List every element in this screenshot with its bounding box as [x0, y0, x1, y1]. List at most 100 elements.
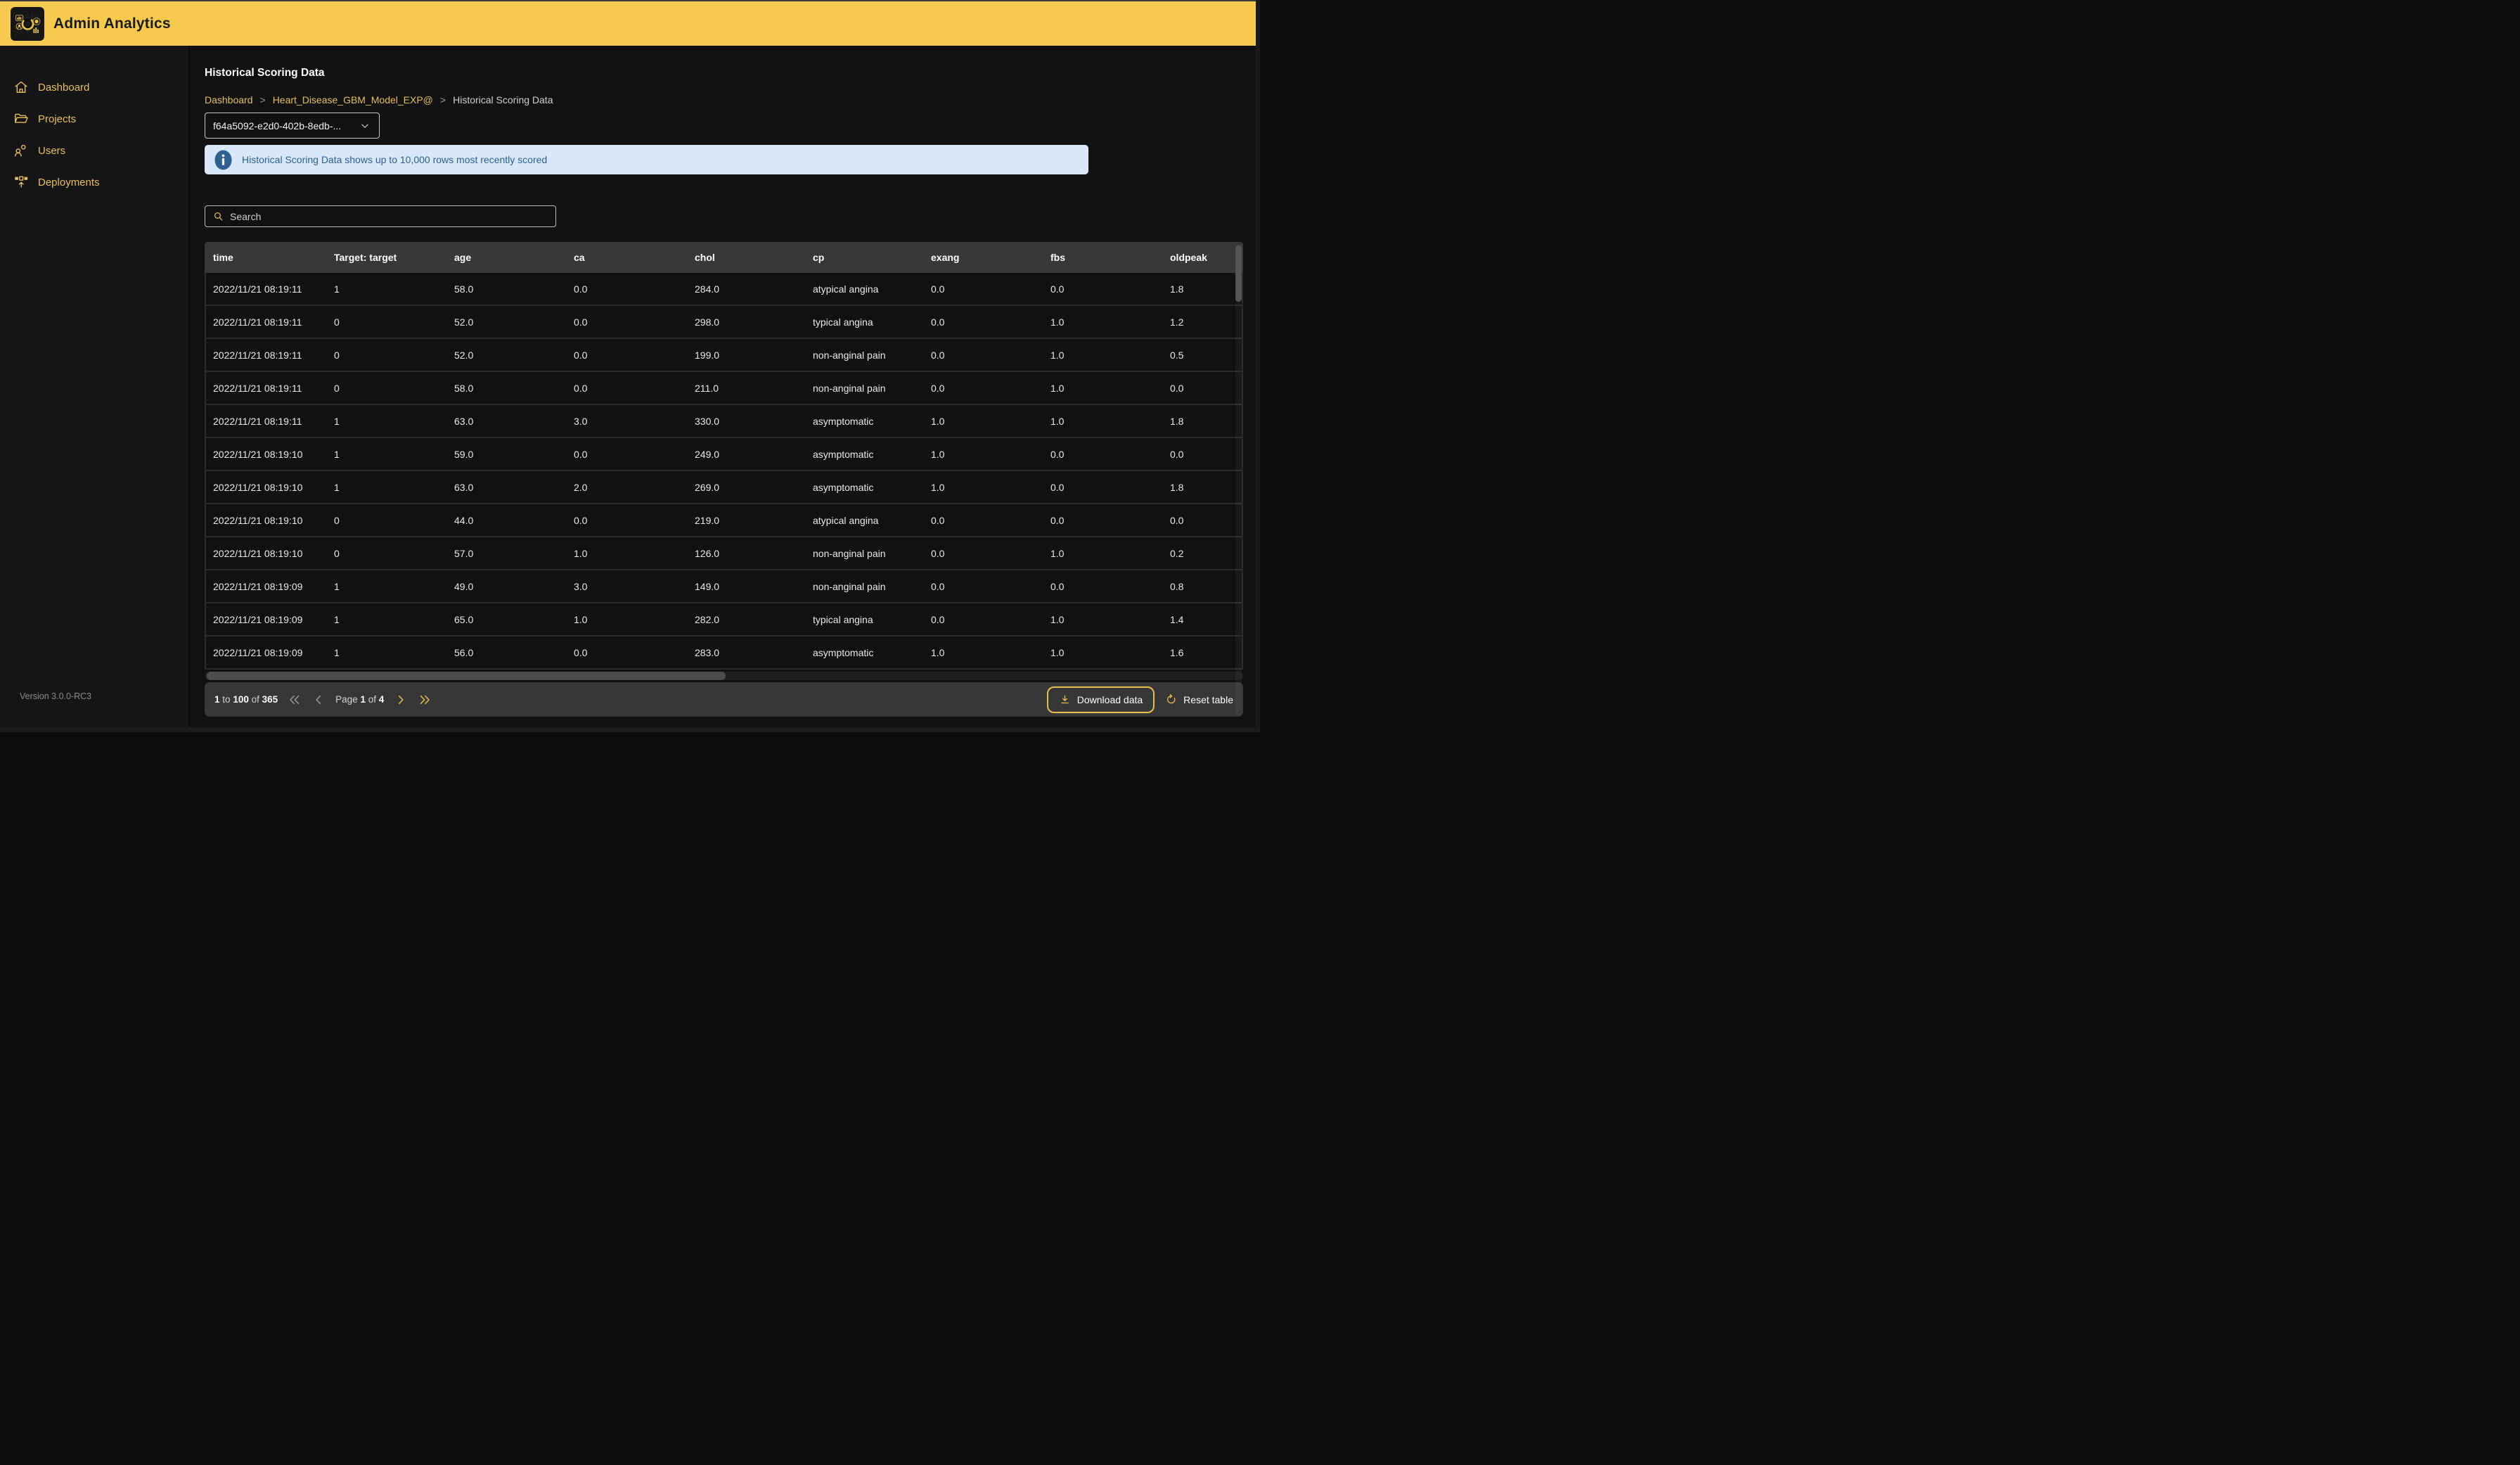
search-box — [205, 205, 556, 227]
cell-target-target: 0 — [334, 316, 454, 328]
cell-fbs: 0.0 — [1050, 283, 1170, 295]
cell-oldpeak: 1.4 — [1170, 614, 1242, 625]
table-row[interactable]: 2022/11/21 08:19:09149.03.0149.0non-angi… — [206, 570, 1242, 603]
model-select[interactable]: f64a5092-e2d0-402b-8edb-... — [205, 113, 380, 139]
cell-time: 2022/11/21 08:19:10 — [206, 548, 334, 559]
cell-target-target: 1 — [334, 449, 454, 460]
version-label: Version 3.0.0-RC3 — [20, 691, 91, 701]
cell-cp: non-anginal pain — [813, 383, 931, 394]
table-body: 2022/11/21 08:19:11158.00.0284.0atypical… — [205, 273, 1243, 670]
cell-age: 56.0 — [454, 647, 574, 658]
sidebar-item-label: Dashboard — [38, 82, 89, 94]
vertical-scrollbar[interactable] — [1235, 244, 1242, 715]
download-data-label: Download data — [1077, 694, 1143, 705]
column-header-time[interactable]: time — [205, 252, 334, 263]
column-header-chol[interactable]: chol — [695, 252, 813, 263]
column-header-exang[interactable]: exang — [931, 252, 1050, 263]
sidebar-item-users[interactable]: Users — [0, 137, 188, 164]
cell-chol: 330.0 — [695, 416, 813, 427]
cell-age: 52.0 — [454, 350, 574, 361]
cell-fbs: 1.0 — [1050, 647, 1170, 658]
download-data-button[interactable]: Download data — [1047, 686, 1155, 713]
column-header-age[interactable]: age — [454, 252, 574, 263]
reset-table-button[interactable]: Reset table — [1165, 693, 1233, 705]
cell-cp: typical angina — [813, 316, 931, 328]
column-header-target-target[interactable]: Target: target — [334, 252, 454, 263]
cell-cp: non-anginal pain — [813, 350, 931, 361]
table-row[interactable]: 2022/11/21 08:19:11058.00.0211.0non-angi… — [206, 372, 1242, 405]
cell-chol: 283.0 — [695, 647, 813, 658]
previous-page-button[interactable] — [311, 693, 326, 707]
cell-target-target: 1 — [334, 647, 454, 658]
next-page-button[interactable] — [394, 693, 408, 707]
breadcrumb-link[interactable]: Dashboard — [205, 94, 253, 105]
cell-ca: 1.0 — [574, 614, 695, 625]
cell-age: 49.0 — [454, 581, 574, 592]
table-header-row: timeTarget: targetagecacholcpexangfbsold… — [205, 242, 1243, 273]
table-row[interactable]: 2022/11/21 08:19:09156.00.0283.0asymptom… — [206, 636, 1242, 670]
page-title: Historical Scoring Data — [205, 67, 325, 79]
table-row[interactable]: 2022/11/21 08:19:10057.01.0126.0non-angi… — [206, 537, 1242, 570]
table-row[interactable]: 2022/11/21 08:19:10159.00.0249.0asymptom… — [206, 438, 1242, 471]
first-page-button[interactable] — [288, 693, 302, 707]
vertical-scrollbar-thumb[interactable] — [1235, 245, 1242, 302]
cell-exang: 1.0 — [931, 647, 1050, 658]
cell-oldpeak: 1.8 — [1170, 416, 1242, 427]
cell-oldpeak: 0.2 — [1170, 548, 1242, 559]
sidebar-item-projects[interactable]: Projects — [0, 105, 188, 132]
table-row[interactable]: 2022/11/21 08:19:11052.00.0199.0non-angi… — [206, 339, 1242, 372]
sidebar-item-label: Deployments — [38, 177, 100, 188]
table-row[interactable]: 2022/11/21 08:19:11163.03.0330.0asymptom… — [206, 405, 1242, 438]
cell-fbs: 1.0 — [1050, 614, 1170, 625]
folder-icon — [13, 111, 29, 127]
cell-oldpeak: 0.5 — [1170, 350, 1242, 361]
column-header-cp[interactable]: cp — [813, 252, 931, 263]
cell-ca: 0.0 — [574, 647, 695, 658]
cell-chol: 219.0 — [695, 515, 813, 526]
search-input[interactable] — [230, 211, 548, 222]
cell-exang: 0.0 — [931, 581, 1050, 592]
sidebar: Dashboard Projects Users Deployments Versio… — [0, 46, 189, 731]
breadcrumb-link[interactable]: Heart_Disease_GBM_Model_EXP@ — [273, 94, 433, 105]
last-page-button[interactable] — [418, 693, 432, 707]
cell-ca: 0.0 — [574, 283, 695, 295]
cell-chol: 298.0 — [695, 316, 813, 328]
info-banner: Historical Scoring Data shows up to 10,0… — [205, 145, 1088, 174]
horizontal-scrollbar-thumb[interactable] — [207, 672, 726, 680]
page-indicator: Page 1 of 4 — [335, 694, 384, 705]
app-title: Admin Analytics — [53, 15, 171, 32]
table-row[interactable]: 2022/11/21 08:19:11158.00.0284.0atypical… — [206, 273, 1242, 306]
table-row[interactable]: 2022/11/21 08:19:11052.00.0298.0typical … — [206, 306, 1242, 339]
table-row[interactable]: 2022/11/21 08:19:09165.01.0282.0typical … — [206, 603, 1242, 636]
cell-ca: 3.0 — [574, 416, 695, 427]
cell-target-target: 0 — [334, 515, 454, 526]
sidebar-item-dashboard[interactable]: Dashboard — [0, 74, 188, 101]
table-row[interactable]: 2022/11/21 08:19:10163.02.0269.0asymptom… — [206, 471, 1242, 504]
sidebar-item-label: Users — [38, 145, 65, 157]
column-header-ca[interactable]: ca — [574, 252, 695, 263]
horizontal-scrollbar[interactable] — [205, 672, 1243, 680]
cell-oldpeak: 0.0 — [1170, 515, 1242, 526]
sidebar-item-deployments[interactable]: Deployments — [0, 169, 188, 196]
cell-age: 63.0 — [454, 482, 574, 493]
cell-oldpeak: 1.8 — [1170, 482, 1242, 493]
breadcrumb-separator: > — [440, 94, 446, 105]
cell-fbs: 0.0 — [1050, 515, 1170, 526]
cell-ca: 0.0 — [574, 515, 695, 526]
cell-time: 2022/11/21 08:19:10 — [206, 482, 334, 493]
reset-table-label: Reset table — [1183, 694, 1233, 705]
table-row[interactable]: 2022/11/21 08:19:10044.00.0219.0atypical… — [206, 504, 1242, 537]
cell-target-target: 0 — [334, 548, 454, 559]
main-content: Historical Scoring Data Dashboard > Heart_… — [189, 46, 1260, 731]
column-header-oldpeak[interactable]: oldpeak — [1170, 252, 1243, 263]
cell-age: 44.0 — [454, 515, 574, 526]
chevron-down-icon — [359, 120, 371, 132]
cell-oldpeak: 0.8 — [1170, 581, 1242, 592]
column-header-fbs[interactable]: fbs — [1050, 252, 1170, 263]
cell-cp: atypical angina — [813, 283, 931, 295]
cell-target-target: 0 — [334, 350, 454, 361]
cell-time: 2022/11/21 08:19:11 — [206, 416, 334, 427]
app-logo-icon — [11, 7, 44, 41]
sidebar-nav: Dashboard Projects Users Deployments — [0, 74, 188, 196]
cell-target-target: 1 — [334, 482, 454, 493]
